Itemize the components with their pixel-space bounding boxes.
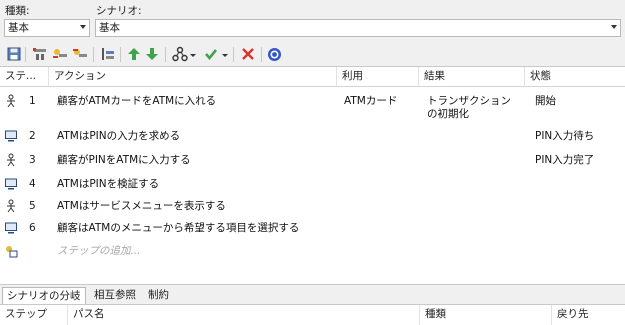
toolbar-separator [233,47,234,62]
step-action: 顧客がPINをATMに入力する [57,154,191,166]
table-row[interactable]: 2 ATMはPINの入力を求める PIN入力待ち [0,127,625,149]
new-step-icon[interactable] [32,46,48,62]
branch-grid-header: ステップ パス名 種類 戻り先 [0,304,625,325]
check-icon[interactable] [203,46,219,62]
table-row[interactable]: 4 ATMはPINを検証する [0,175,625,197]
step-number: 2 [29,130,36,142]
table-row[interactable]: 3 顧客がPINをATMに入力する PIN入力完了 [0,151,625,173]
col-branch-step[interactable]: ステップ [0,305,68,325]
col-uses[interactable]: 利用 [337,67,419,87]
bottom-tab-bar: シナリオの分岐 相互参照 制約 [0,284,625,304]
actor-icon [7,94,15,108]
type-select[interactable]: 基本 [4,19,90,37]
tab-cross-reference[interactable]: 相互参照 [90,287,140,304]
scenario-label: シナリオ: [96,5,142,17]
computer-icon [5,222,17,234]
chevron-down-icon[interactable] [222,54,228,57]
chevron-down-icon [611,25,617,29]
type-select-value: 基本 [8,22,29,34]
toolbar-separator [120,47,121,62]
insert-step-icon[interactable] [52,46,68,62]
generate-icon[interactable] [172,46,188,62]
step-state: PIN入力完了 [535,154,595,166]
chevron-down-icon[interactable] [190,54,196,57]
actor-icon [7,199,15,213]
toolbar-separator [165,47,166,62]
step-action: ATMはサービスメニューを表示する [57,200,226,212]
table-row[interactable]: 5 ATMはサービスメニューを表示する [0,197,625,219]
new-step-icon [6,246,18,258]
tab-scenario-branch[interactable]: シナリオの分岐 [2,287,86,304]
col-action[interactable]: アクション [49,67,337,87]
toolbar-separator [261,47,262,62]
add-step-row[interactable]: ステップの追加... [0,243,625,263]
tab-constraints[interactable]: 制約 [144,287,173,304]
col-step[interactable]: ステ... [0,67,49,87]
delete-step-icon[interactable] [72,46,88,62]
steps-grid: ステ... アクション 利用 結果 状態 1 顧客がATMカードをATMに入れる… [0,66,625,284]
col-state[interactable]: 状態 [525,67,625,87]
step-result-line1: トランザクション [427,95,511,107]
table-row[interactable]: 1 顧客がATMカードをATMに入れる ATMカード トランザクション の初期化… [0,91,625,123]
step-number: 4 [29,178,36,190]
move-up-icon[interactable] [126,46,142,62]
step-result-line2: の初期化 [427,108,469,120]
step-action: 顧客がATMカードをATMに入れる [57,95,217,107]
computer-icon [5,178,17,190]
col-path-name[interactable]: パス名 [68,305,420,325]
step-number: 1 [29,95,36,107]
step-action: ATMはPINの入力を求める [57,130,181,142]
grid-header: ステ... アクション 利用 結果 状態 [0,67,625,87]
chevron-down-icon [80,25,86,29]
step-action: ATMはPINを検証する [57,178,160,190]
indent-icon[interactable] [100,46,116,62]
step-state: 開始 [535,95,556,107]
add-step-placeholder[interactable]: ステップの追加... [57,245,141,258]
scenario-select-value: 基本 [99,22,120,34]
col-branch-type[interactable]: 種類 [420,305,552,325]
toolbar-separator [93,47,94,62]
delete-icon[interactable] [240,46,256,62]
scenario-select[interactable]: 基本 [95,19,621,37]
step-uses: ATMカード [344,95,398,107]
step-number: 5 [29,200,36,212]
table-row[interactable]: 6 顧客はATMのメニューから希望する項目を選択する [0,219,625,241]
step-number: 6 [29,222,36,234]
move-down-icon[interactable] [144,46,160,62]
save-icon[interactable] [6,46,22,62]
type-label: 種類: [5,5,30,17]
toolbar [0,42,625,66]
step-number: 3 [29,154,36,166]
step-state: PIN入力待ち [535,130,595,142]
col-return-to[interactable]: 戻り先 [552,305,625,325]
col-result[interactable]: 結果 [419,67,525,87]
actor-icon [7,153,15,167]
computer-icon [5,130,17,142]
help-icon[interactable] [266,46,282,62]
step-action: 顧客はATMのメニューから希望する項目を選択する [57,222,300,234]
toolbar-separator [25,47,26,62]
